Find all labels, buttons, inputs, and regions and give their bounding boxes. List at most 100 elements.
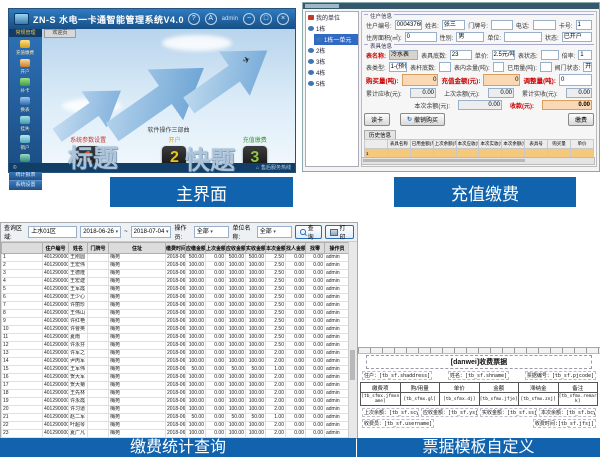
field-input[interactable]: 开 xyxy=(583,62,592,72)
receipt-header-cell[interactable]: 金额 xyxy=(479,383,519,393)
table-row[interactable]: 11 40129000011 夏雨 梅苑 2018-06-26 16:35:14… xyxy=(2,334,350,342)
placeholder-field[interactable]: 住户：[tb_sf.shaddress] xyxy=(362,371,432,380)
table-row[interactable]: 9 40129000009 许红艳 梅苑 2018-06-26 16:30:55… xyxy=(2,318,350,326)
placeholder-cell[interactable]: [tb_sfmx.remark] xyxy=(558,393,598,406)
table-row[interactable]: 14 40129000014 尹丙军 梅苑 2018-06-26 16:40:4… xyxy=(2,358,350,366)
table-row[interactable]: 19 40129000019 许永霞 梅苑 2018-06-26 16:48:1… xyxy=(2,398,350,406)
placeholder-field[interactable]: 票据编号：[tb_sf.pjcode] xyxy=(525,371,596,380)
unit-select[interactable]: 全部 ▾ xyxy=(257,226,293,238)
tree-node[interactable]: 1栋 xyxy=(306,23,358,34)
template-canvas[interactable]: [danwei]收费票据 住户：[tb_sf.shaddress] 姓名：[tb_… xyxy=(360,354,598,436)
sidebar-item[interactable]: 充值缴费 xyxy=(13,40,38,56)
placeholder-field[interactable]: 收费时间:[tb_sf.jfsj] xyxy=(533,419,596,428)
date-from-input[interactable]: 2018-06-26 ▾ xyxy=(80,226,121,238)
table-row[interactable]: 18 40129000018 王先林 梅苑 2018-06-26 16:46:3… xyxy=(2,390,350,398)
table-row[interactable]: 20 40129000020 许习道 梅苑 2018-06-26 16:50:4… xyxy=(2,406,350,414)
tree-node[interactable]: 3栋 xyxy=(306,56,358,67)
area-input[interactable]: 上水01区 xyxy=(28,226,77,238)
field-input[interactable]: 0 xyxy=(483,74,520,86)
close-button[interactable]: × xyxy=(277,13,289,25)
sidebar-item[interactable]: 换表 xyxy=(13,97,38,113)
pay-button[interactable]: 缴费 xyxy=(568,113,594,126)
tree-root[interactable]: 我的单位 xyxy=(306,12,358,23)
placeholder-field[interactable]: 姓名：[tb_sf.shname] xyxy=(448,371,509,380)
receipt-header-cell[interactable]: 缴费项 xyxy=(361,383,401,393)
field-input[interactable]: 男 xyxy=(456,32,484,42)
tree-node[interactable]: 2栋 xyxy=(306,45,358,56)
table-row[interactable]: 3 40129000003 王德隆 梅苑 2018-06-26 16:22:46… xyxy=(2,270,350,278)
table-row[interactable]: 10 40129000010 许曹英 梅苑 2018-06-26 16:31:2… xyxy=(2,326,350,334)
field-input[interactable]: 1 xyxy=(578,50,592,60)
field-input[interactable]: 2.5元/吨 xyxy=(492,50,515,60)
field-input[interactable]: 23 xyxy=(450,50,472,60)
operator-select[interactable]: 全部 ▾ xyxy=(194,226,230,238)
placeholder-field[interactable]: 应收金额：[tb_sf.ysje] xyxy=(421,408,478,417)
field-input[interactable]: 已开户 xyxy=(562,32,592,42)
tree-node[interactable]: 1栋一单元 xyxy=(314,34,358,45)
table-row[interactable]: 1 40129000001 王刚圆 梅苑 2018-06-26 07:50:17… xyxy=(2,254,350,262)
sidebar-panel[interactable]: 系统设置 xyxy=(9,180,42,190)
sidebar-item[interactable]: 销户 xyxy=(13,135,38,151)
table-row[interactable]: 5 40129000005 王军霞 梅苑 2018-06-26 16:25:53… xyxy=(2,286,350,294)
placeholder-field[interactable]: 上次余额：[tb_sf.scye] xyxy=(362,408,419,417)
vertical-scrollbar[interactable] xyxy=(348,242,357,438)
placeholder-cell[interactable]: [tb_sfmx.jfje] xyxy=(479,393,519,406)
tree-node[interactable]: 5栋 xyxy=(306,78,358,89)
minimize-button[interactable]: − xyxy=(243,13,255,25)
field-input[interactable] xyxy=(533,20,556,30)
sidebar-item[interactable]: 开户 xyxy=(13,59,38,75)
field-input[interactable]: 1-(预付费)水表 xyxy=(389,62,407,72)
tree-node[interactable]: 4栋 xyxy=(306,67,358,78)
field-input[interactable]: 1 xyxy=(576,20,592,30)
table-row[interactable]: 17 40129000017 贺大菊 梅苑 2018-06-26 16:44:5… xyxy=(2,382,350,390)
table-row[interactable]: 21 40129000021 赵二军 梅苑 2018-06-26 16:51:0… xyxy=(2,414,350,422)
placeholder-cell[interactable]: [tb_sfmx.dj] xyxy=(440,393,480,406)
scrollbar-thumb[interactable] xyxy=(350,350,355,380)
placeholder-field[interactable]: 收费员：[tb_sf.username] xyxy=(362,419,434,428)
field-input[interactable] xyxy=(541,50,559,60)
placeholder-cell[interactable]: [tb_sfmx.jfmxname] xyxy=(361,393,401,406)
table-row[interactable]: 15 40129000015 王军伟 梅苑 2018-06-26 16:42:1… xyxy=(2,366,350,374)
table-row[interactable]: 2 40129000002 王宏伟 梅苑 2018-06-26 15:56:32… xyxy=(2,262,350,270)
receipt-header-cell[interactable]: 备注 xyxy=(558,383,598,393)
date-to-input[interactable]: 2018-07-04 ▾ xyxy=(131,226,172,238)
scrollbar-thumb[interactable] xyxy=(363,159,525,162)
table-row[interactable]: 16 40129000016 贺大军 梅苑 2018-06-26 16:43:1… xyxy=(2,374,350,382)
field-input[interactable]: 0.00 xyxy=(542,100,592,110)
placeholder-field[interactable]: 本次余额：[tb_sf.bcye] xyxy=(539,408,596,417)
field-input[interactable]: 张三 xyxy=(442,20,465,30)
field-input[interactable]: 0 xyxy=(402,74,439,86)
welcome-tab[interactable]: 欢迎页 xyxy=(44,29,76,38)
field-input[interactable]: 0 xyxy=(559,74,592,86)
field-input[interactable] xyxy=(504,32,542,42)
table-row[interactable]: 6 40129000006 王少心 梅苑 2018-06-26 16:27:23… xyxy=(2,294,350,302)
table-row[interactable]: 12 40129000012 许永芬 梅苑 2018-06-26 16:36:1… xyxy=(2,342,350,350)
field-input[interactable] xyxy=(439,62,451,72)
receipt-header-cell[interactable]: 滞纳金 xyxy=(519,383,559,393)
field-input[interactable]: 0.00 xyxy=(458,100,502,110)
field-input[interactable] xyxy=(493,62,505,72)
receipt-header-cell[interactable]: 购/用量 xyxy=(400,383,440,393)
table-row[interactable]: 22 40129000022 叶超琴 梅苑 2018-06-26 16:51:2… xyxy=(2,422,350,430)
table-row[interactable]: 23 40129000023 夏广凡 梅苑 2018-06-26 16:52:4… xyxy=(2,430,350,438)
history-tab[interactable]: 历史信息 xyxy=(364,130,396,139)
field-input[interactable] xyxy=(491,20,513,30)
table-row[interactable]: 4 40129000004 王宏建 梅苑 2018-06-26 16:24:12… xyxy=(2,278,350,286)
home-icon[interactable]: ⌂ xyxy=(256,165,259,171)
table-row[interactable]: 7 40129000007 许丽珍 梅苑 2018-06-26 16:28:59… xyxy=(2,302,350,310)
sidebar-item[interactable]: 挂失 xyxy=(13,116,38,132)
read-card-button[interactable]: 读卡 xyxy=(364,113,390,126)
receipt-header-cell[interactable]: 单价 xyxy=(440,383,480,393)
table-row[interactable]: 13 40129000013 许军之 梅苑 2018-06-26 16:38:0… xyxy=(2,350,350,358)
search-button[interactable]: 查询 xyxy=(295,225,322,239)
user-icon[interactable]: A xyxy=(205,13,217,25)
receipt-title[interactable]: [danwei]收费票据 xyxy=(366,355,592,369)
undo-purchase-button[interactable]: ↻ 撤销购买 xyxy=(400,113,445,126)
placeholder-field[interactable]: 实收金额：[tb_sf.ssje] xyxy=(480,408,537,417)
field-input[interactable]: 0 xyxy=(405,32,437,42)
table-row[interactable]: 8 40129000008 王伟山 梅苑 2018-06-26 16:30:17… xyxy=(2,310,350,318)
placeholder-cell[interactable]: [tb_sfmx.gl] xyxy=(400,393,440,406)
print-button[interactable]: 打印 xyxy=(325,225,354,239)
help-icon[interactable]: ? xyxy=(188,13,200,25)
sidebar-item[interactable]: 补卡 xyxy=(13,78,38,94)
